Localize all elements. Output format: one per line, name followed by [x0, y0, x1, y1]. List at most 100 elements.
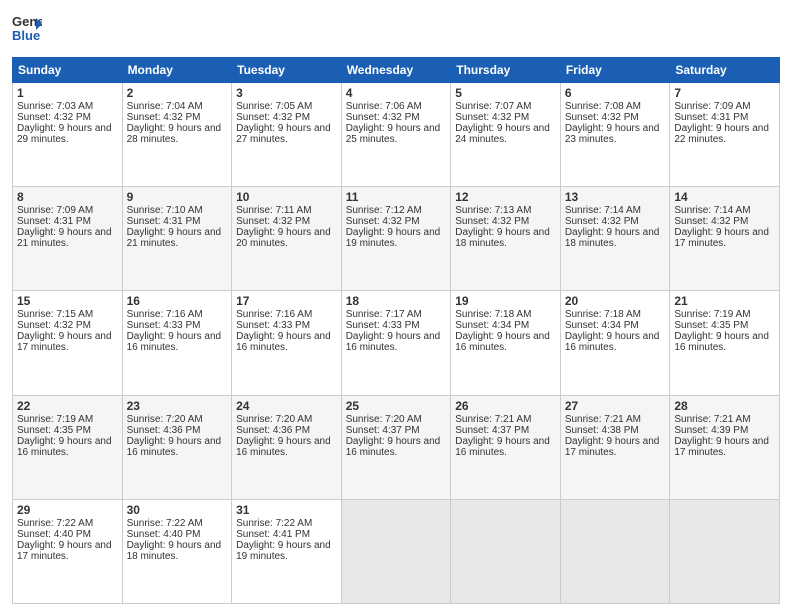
day-number: 1 [17, 86, 118, 100]
sunrise-line: Sunrise: 7:04 AM [127, 101, 228, 112]
sunrise-line: Sunrise: 7:10 AM [127, 205, 228, 216]
sunset-line: Sunset: 4:34 PM [455, 320, 556, 331]
sunrise-line: Sunrise: 7:17 AM [346, 309, 447, 320]
day-number: 23 [127, 399, 228, 413]
day-number: 24 [236, 399, 337, 413]
sunset-line: Sunset: 4:32 PM [346, 216, 447, 227]
sunset-line: Sunset: 4:36 PM [236, 425, 337, 436]
calendar-day-cell: 5Sunrise: 7:07 AMSunset: 4:32 PMDaylight… [451, 83, 561, 187]
calendar-day-cell: 14Sunrise: 7:14 AMSunset: 4:32 PMDayligh… [670, 187, 780, 291]
logo-icon: General Blue [12, 10, 42, 46]
weekday-header-row: SundayMondayTuesdayWednesdayThursdayFrid… [13, 58, 780, 83]
calendar-day-cell: 26Sunrise: 7:21 AMSunset: 4:37 PMDayligh… [451, 395, 561, 499]
sunset-line: Sunset: 4:35 PM [17, 425, 118, 436]
calendar-day-cell: 29Sunrise: 7:22 AMSunset: 4:40 PMDayligh… [13, 499, 123, 603]
calendar-week-row: 1Sunrise: 7:03 AMSunset: 4:32 PMDaylight… [13, 83, 780, 187]
sunset-line: Sunset: 4:41 PM [236, 529, 337, 540]
weekday-header-cell: Monday [122, 58, 232, 83]
day-number: 10 [236, 190, 337, 204]
weekday-header-cell: Wednesday [341, 58, 451, 83]
daylight-line: Daylight: 9 hours and 24 minutes. [455, 123, 556, 145]
day-number: 16 [127, 294, 228, 308]
calendar-table: SundayMondayTuesdayWednesdayThursdayFrid… [12, 57, 780, 604]
sunrise-line: Sunrise: 7:05 AM [236, 101, 337, 112]
day-number: 22 [17, 399, 118, 413]
day-number: 17 [236, 294, 337, 308]
sunset-line: Sunset: 4:32 PM [565, 216, 666, 227]
daylight-line: Daylight: 9 hours and 16 minutes. [346, 331, 447, 353]
calendar-day-cell: 18Sunrise: 7:17 AMSunset: 4:33 PMDayligh… [341, 291, 451, 395]
calendar-day-cell: 28Sunrise: 7:21 AMSunset: 4:39 PMDayligh… [670, 395, 780, 499]
calendar-day-cell: 17Sunrise: 7:16 AMSunset: 4:33 PMDayligh… [232, 291, 342, 395]
sunrise-line: Sunrise: 7:21 AM [455, 414, 556, 425]
day-number: 8 [17, 190, 118, 204]
daylight-line: Daylight: 9 hours and 20 minutes. [236, 227, 337, 249]
sunrise-line: Sunrise: 7:15 AM [17, 309, 118, 320]
sunrise-line: Sunrise: 7:20 AM [346, 414, 447, 425]
calendar-day-cell: 24Sunrise: 7:20 AMSunset: 4:36 PMDayligh… [232, 395, 342, 499]
sunset-line: Sunset: 4:31 PM [127, 216, 228, 227]
sunset-line: Sunset: 4:32 PM [674, 216, 775, 227]
weekday-header-cell: Tuesday [232, 58, 342, 83]
calendar-day-cell: 13Sunrise: 7:14 AMSunset: 4:32 PMDayligh… [560, 187, 670, 291]
sunset-line: Sunset: 4:32 PM [455, 112, 556, 123]
day-number: 26 [455, 399, 556, 413]
day-number: 27 [565, 399, 666, 413]
calendar-week-row: 15Sunrise: 7:15 AMSunset: 4:32 PMDayligh… [13, 291, 780, 395]
sunrise-line: Sunrise: 7:14 AM [674, 205, 775, 216]
calendar-day-cell: 2Sunrise: 7:04 AMSunset: 4:32 PMDaylight… [122, 83, 232, 187]
day-number: 13 [565, 190, 666, 204]
calendar-day-cell: 15Sunrise: 7:15 AMSunset: 4:32 PMDayligh… [13, 291, 123, 395]
calendar-day-cell [670, 499, 780, 603]
daylight-line: Daylight: 9 hours and 28 minutes. [127, 123, 228, 145]
day-number: 12 [455, 190, 556, 204]
sunset-line: Sunset: 4:32 PM [236, 216, 337, 227]
calendar-day-cell: 23Sunrise: 7:20 AMSunset: 4:36 PMDayligh… [122, 395, 232, 499]
sunset-line: Sunset: 4:33 PM [127, 320, 228, 331]
calendar-day-cell [560, 499, 670, 603]
calendar-day-cell: 31Sunrise: 7:22 AMSunset: 4:41 PMDayligh… [232, 499, 342, 603]
calendar-day-cell: 22Sunrise: 7:19 AMSunset: 4:35 PMDayligh… [13, 395, 123, 499]
weekday-header-cell: Thursday [451, 58, 561, 83]
day-number: 6 [565, 86, 666, 100]
calendar-day-cell: 20Sunrise: 7:18 AMSunset: 4:34 PMDayligh… [560, 291, 670, 395]
calendar-week-row: 22Sunrise: 7:19 AMSunset: 4:35 PMDayligh… [13, 395, 780, 499]
daylight-line: Daylight: 9 hours and 25 minutes. [346, 123, 447, 145]
sunset-line: Sunset: 4:32 PM [17, 320, 118, 331]
daylight-line: Daylight: 9 hours and 16 minutes. [17, 436, 118, 458]
calendar-day-cell: 9Sunrise: 7:10 AMSunset: 4:31 PMDaylight… [122, 187, 232, 291]
day-number: 20 [565, 294, 666, 308]
svg-text:Blue: Blue [12, 28, 40, 43]
weekday-header-cell: Friday [560, 58, 670, 83]
day-number: 11 [346, 190, 447, 204]
sunset-line: Sunset: 4:37 PM [455, 425, 556, 436]
sunset-line: Sunset: 4:32 PM [565, 112, 666, 123]
day-number: 28 [674, 399, 775, 413]
day-number: 19 [455, 294, 556, 308]
calendar-day-cell: 10Sunrise: 7:11 AMSunset: 4:32 PMDayligh… [232, 187, 342, 291]
calendar-day-cell: 8Sunrise: 7:09 AMSunset: 4:31 PMDaylight… [13, 187, 123, 291]
calendar-day-cell: 25Sunrise: 7:20 AMSunset: 4:37 PMDayligh… [341, 395, 451, 499]
sunrise-line: Sunrise: 7:22 AM [236, 518, 337, 529]
calendar-day-cell: 21Sunrise: 7:19 AMSunset: 4:35 PMDayligh… [670, 291, 780, 395]
sunrise-line: Sunrise: 7:20 AM [236, 414, 337, 425]
daylight-line: Daylight: 9 hours and 17 minutes. [674, 227, 775, 249]
sunrise-line: Sunrise: 7:20 AM [127, 414, 228, 425]
page-container: General Blue SundayMondayTuesdayWednesda… [0, 0, 792, 612]
sunset-line: Sunset: 4:35 PM [674, 320, 775, 331]
daylight-line: Daylight: 9 hours and 18 minutes. [565, 227, 666, 249]
weekday-header-cell: Sunday [13, 58, 123, 83]
day-number: 30 [127, 503, 228, 517]
calendar-body: 1Sunrise: 7:03 AMSunset: 4:32 PMDaylight… [13, 83, 780, 604]
sunset-line: Sunset: 4:37 PM [346, 425, 447, 436]
calendar-day-cell: 6Sunrise: 7:08 AMSunset: 4:32 PMDaylight… [560, 83, 670, 187]
calendar-day-cell: 27Sunrise: 7:21 AMSunset: 4:38 PMDayligh… [560, 395, 670, 499]
calendar-day-cell: 11Sunrise: 7:12 AMSunset: 4:32 PMDayligh… [341, 187, 451, 291]
sunrise-line: Sunrise: 7:16 AM [236, 309, 337, 320]
calendar-day-cell: 30Sunrise: 7:22 AMSunset: 4:40 PMDayligh… [122, 499, 232, 603]
daylight-line: Daylight: 9 hours and 17 minutes. [17, 540, 118, 562]
sunset-line: Sunset: 4:36 PM [127, 425, 228, 436]
day-number: 5 [455, 86, 556, 100]
sunrise-line: Sunrise: 7:06 AM [346, 101, 447, 112]
day-number: 21 [674, 294, 775, 308]
